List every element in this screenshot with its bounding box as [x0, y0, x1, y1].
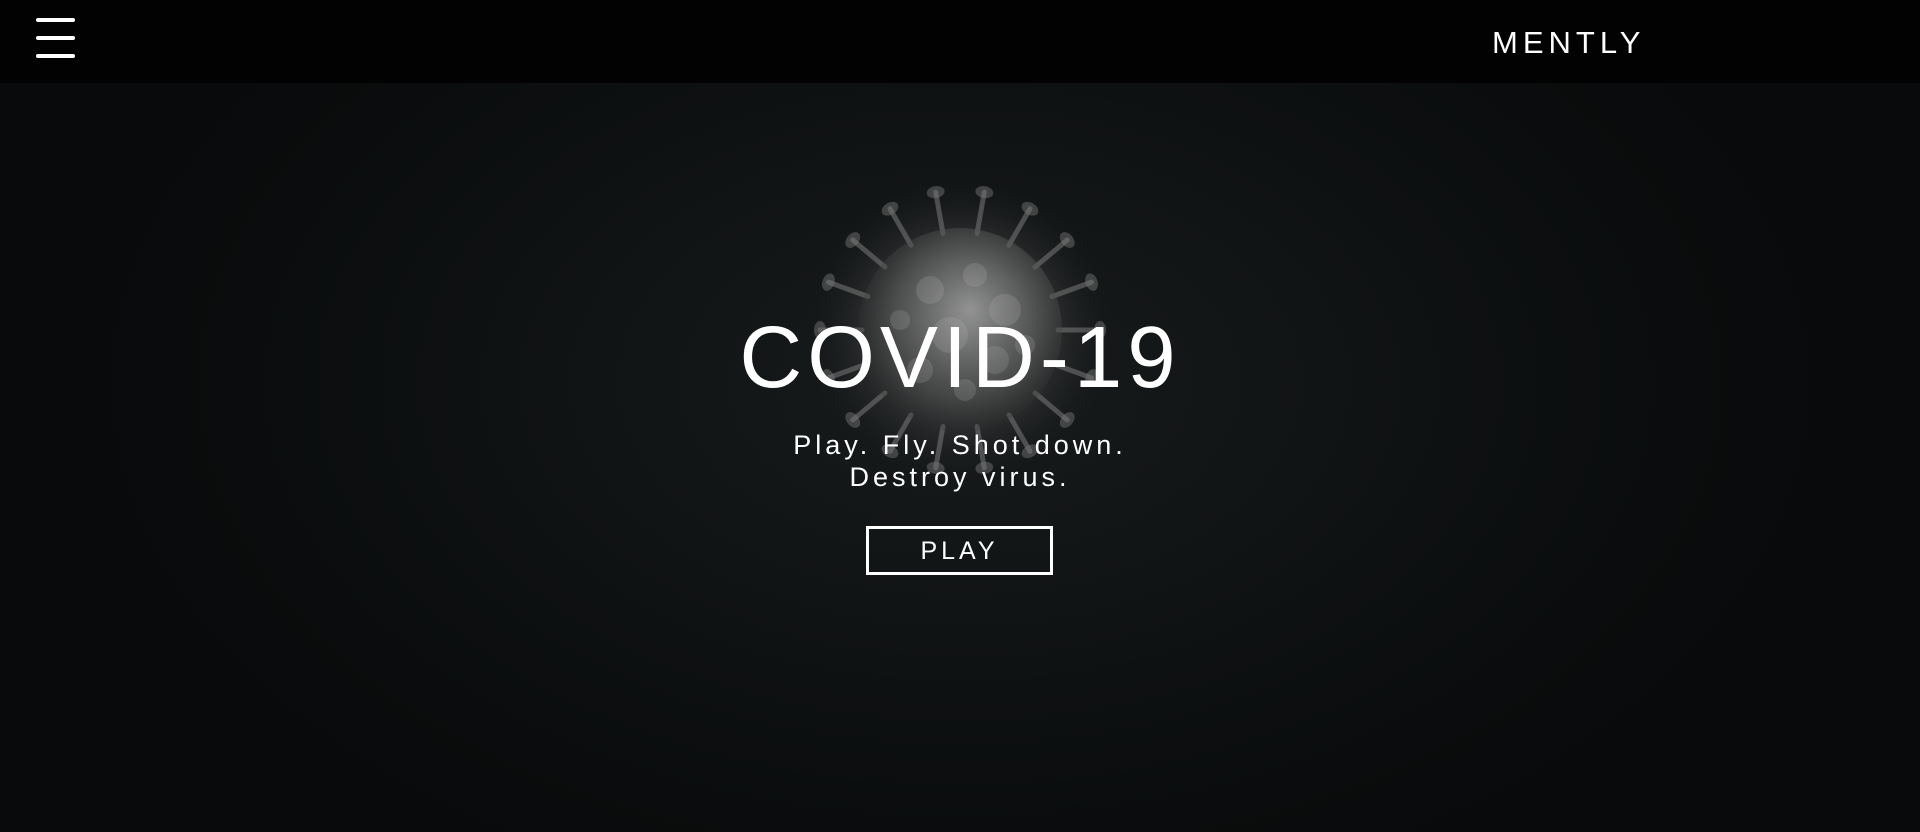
tagline-line-1: Play. Fly. Shot down.	[793, 430, 1127, 460]
hamburger-menu-icon[interactable]	[36, 18, 76, 60]
page-title: COVID-19	[739, 309, 1181, 406]
top-bar: MENTLY	[0, 0, 1920, 83]
tagline-line-2: Destroy virus.	[849, 462, 1071, 492]
play-button[interactable]: PLAY	[866, 526, 1053, 575]
menu-line	[36, 36, 75, 40]
menu-line	[36, 54, 75, 58]
brand-logo[interactable]: MENTLY	[1492, 24, 1645, 62]
menu-line	[36, 18, 75, 22]
